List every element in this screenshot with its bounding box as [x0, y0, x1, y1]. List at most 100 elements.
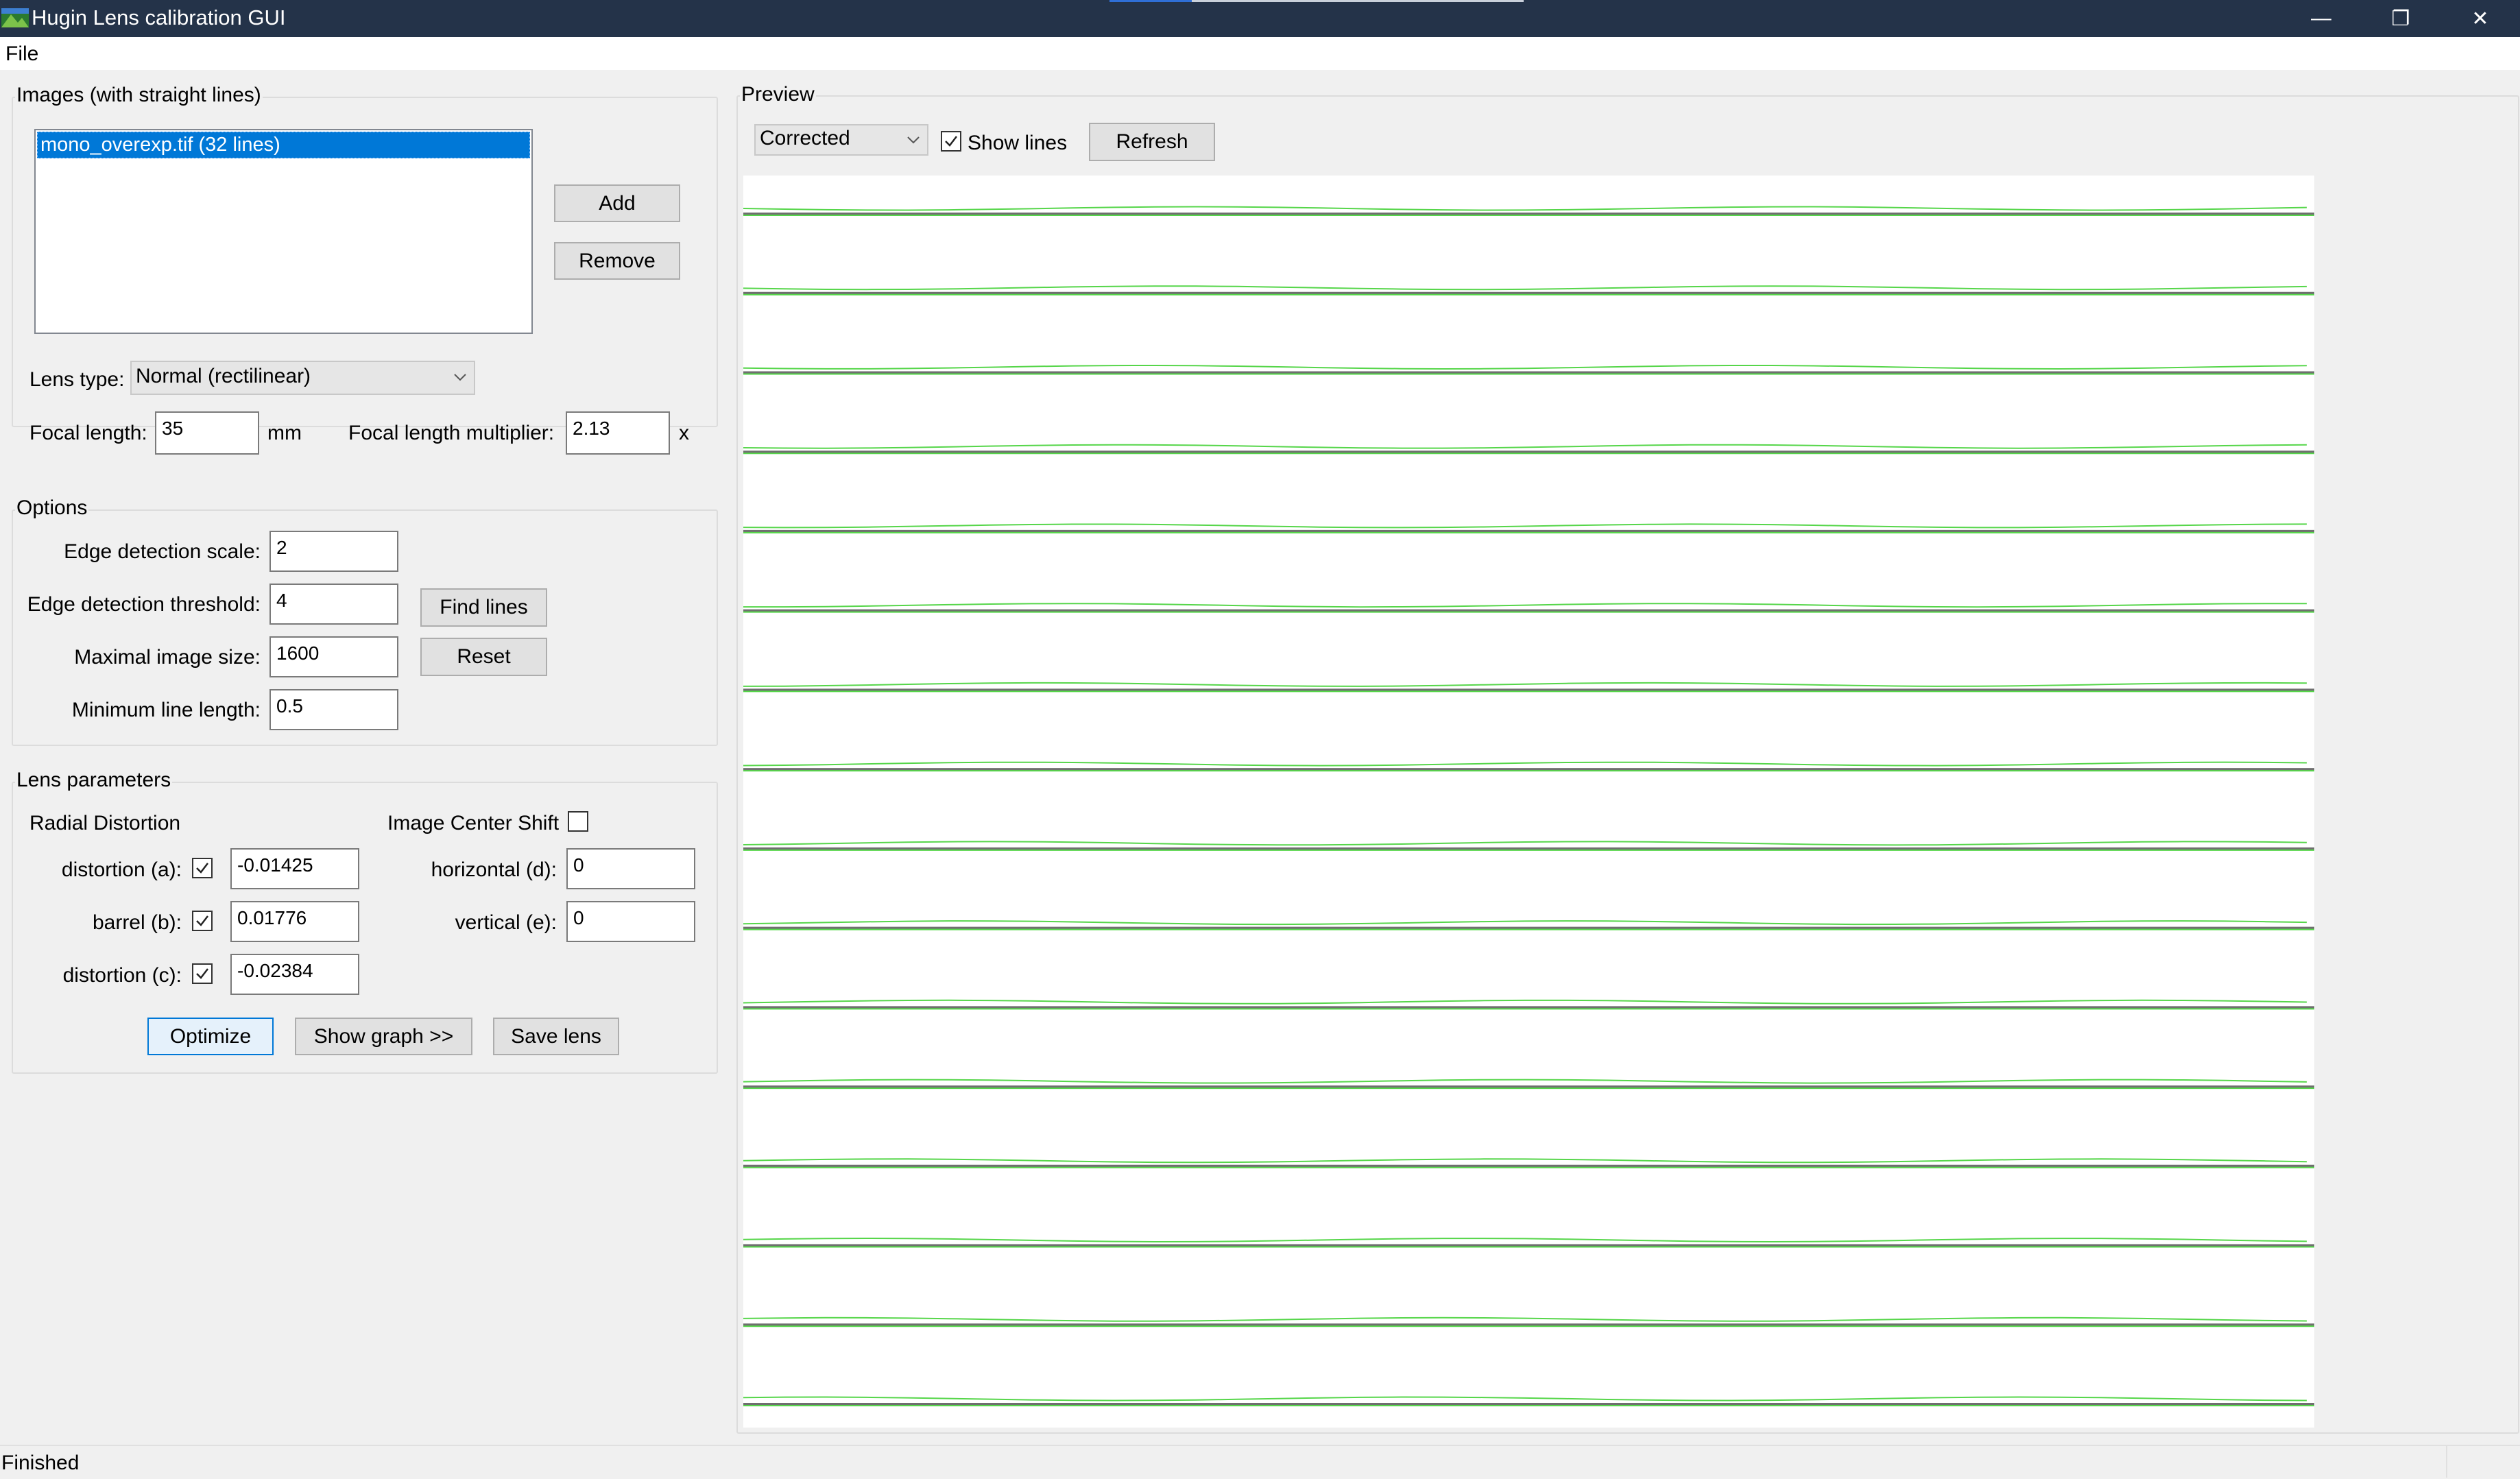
focal-multiplier-field[interactable]: 2.13 [566, 411, 670, 455]
preview-mode-value: Corrected [760, 127, 850, 149]
center-shift-checkbox[interactable] [568, 811, 588, 832]
find-lines-button[interactable]: Find lines [420, 588, 547, 627]
edge-scale-label: Edge detection scale: [64, 540, 261, 563]
checkmark-icon [196, 968, 208, 979]
min-line-field[interactable]: 0.5 [269, 689, 398, 730]
distortion-c-field[interactable]: -0.02384 [230, 954, 359, 995]
overlay-line [743, 999, 2307, 1005]
detected-line [743, 1396, 2314, 1406]
overlay-line [743, 206, 2307, 211]
restore-icon: ❐ [2391, 7, 2410, 30]
detected-line [743, 920, 2314, 930]
menu-bar: File [0, 37, 2520, 70]
close-icon: ✕ [2471, 7, 2489, 30]
overlay-line [743, 682, 2307, 687]
save-lens-button[interactable]: Save lens [493, 1018, 619, 1055]
detected-line [743, 285, 2314, 296]
window-title: Hugin Lens calibration GUI [32, 5, 286, 29]
focal-length-label: Focal length: [29, 422, 147, 444]
max-size-label: Maximal image size: [74, 646, 261, 669]
preview-image[interactable] [743, 176, 2314, 1428]
reset-button[interactable]: Reset [420, 638, 547, 676]
detected-line [743, 364, 2314, 375]
radial-distortion-label: Radial Distortion [29, 812, 181, 834]
focal-length-unit: mm [267, 422, 302, 444]
overlay-line [743, 285, 2307, 291]
detected-line [743, 1316, 2314, 1327]
vertical-e-label: vertical (e): [455, 911, 557, 934]
options-group-title: Options [15, 496, 89, 520]
distortion-a-checkbox[interactable] [192, 858, 213, 878]
checkmark-icon [196, 863, 208, 874]
chevron-down-icon [454, 374, 466, 381]
overlay-line [743, 603, 2307, 608]
distortion-c-label: distortion (c): [62, 964, 182, 987]
overlay-line [743, 920, 2307, 926]
show-graph-button[interactable]: Show graph >> [295, 1018, 472, 1055]
detected-line [743, 1237, 2314, 1248]
vertical-e-field[interactable]: 0 [566, 901, 695, 942]
close-button[interactable]: ✕ [2440, 0, 2520, 37]
app-logo-icon [1, 6, 29, 29]
checkmark-icon [945, 136, 957, 147]
barrel-b-checkbox[interactable] [192, 911, 213, 931]
chevron-down-icon [907, 136, 920, 144]
focal-multiplier-unit: x [679, 422, 689, 444]
preview-mode-select[interactable]: Corrected [754, 124, 928, 156]
overlay-line [743, 364, 2307, 370]
status-text: Finished [1, 1452, 80, 1474]
menu-file[interactable]: File [5, 43, 38, 66]
minimize-icon: — [2311, 7, 2331, 29]
optimize-button[interactable]: Optimize [147, 1018, 274, 1055]
status-bar: Finished [0, 1445, 2520, 1479]
refresh-button[interactable]: Refresh [1089, 123, 1215, 161]
edge-threshold-label: Edge detection threshold: [27, 593, 261, 616]
center-shift-label: Image Center Shift [387, 812, 560, 834]
list-item[interactable]: mono_overexp.tif (32 lines) [37, 132, 530, 158]
horizontal-d-label: horizontal (d): [431, 858, 557, 881]
taskbar-indicator [1109, 0, 1192, 2]
title-bar: Hugin Lens calibration GUI — ❐ ✕ [0, 0, 2520, 37]
detected-line [743, 523, 2314, 533]
detected-line [743, 444, 2314, 455]
horizontal-d-field[interactable]: 0 [566, 848, 695, 889]
add-button[interactable]: Add [554, 184, 680, 222]
overlay-line [743, 523, 2307, 529]
overlay-line [743, 1316, 2307, 1322]
distortion-a-label: distortion (a): [61, 858, 182, 881]
detected-line [743, 603, 2314, 613]
taskbar-indicator-track [1192, 0, 1524, 2]
show-lines-checkbox[interactable] [941, 131, 961, 152]
overlay-line [743, 444, 2307, 449]
lens-type-value: Normal (rectilinear) [136, 365, 311, 387]
focal-multiplier-label: Focal length multiplier: [348, 422, 555, 444]
barrel-b-field[interactable]: 0.01776 [230, 901, 359, 942]
images-group-title: Images (with straight lines) [15, 84, 263, 107]
detected-line [743, 1079, 2314, 1090]
minimize-button[interactable]: — [2281, 0, 2361, 37]
barrel-b-label: barrel (b): [92, 911, 182, 934]
detected-line [743, 761, 2314, 772]
detected-line [743, 999, 2314, 1010]
lens-parameters-group-title: Lens parameters [15, 769, 173, 792]
overlay-line [743, 1237, 2307, 1243]
detected-line [743, 1158, 2314, 1168]
image-list[interactable]: mono_overexp.tif (32 lines) [34, 129, 533, 334]
focal-length-field[interactable]: 35 [155, 411, 259, 455]
detected-line [743, 841, 2314, 851]
overlay-line [743, 1079, 2307, 1084]
lens-type-select[interactable]: Normal (rectilinear) [130, 361, 475, 395]
min-line-label: Minimum line length: [71, 699, 261, 721]
status-divider [2446, 1446, 2447, 1478]
show-lines-label: Show lines [968, 132, 1068, 154]
max-size-field[interactable]: 1600 [269, 636, 398, 677]
edge-threshold-field[interactable]: 4 [269, 584, 398, 625]
edge-scale-field[interactable]: 2 [269, 531, 398, 572]
preview-group-title: Preview [740, 83, 816, 106]
distortion-a-field[interactable]: -0.01425 [230, 848, 359, 889]
overlay-line [743, 841, 2307, 846]
remove-button[interactable]: Remove [554, 242, 680, 280]
restore-button[interactable]: ❐ [2361, 0, 2440, 37]
detected-line [743, 206, 2314, 216]
distortion-c-checkbox[interactable] [192, 963, 213, 984]
